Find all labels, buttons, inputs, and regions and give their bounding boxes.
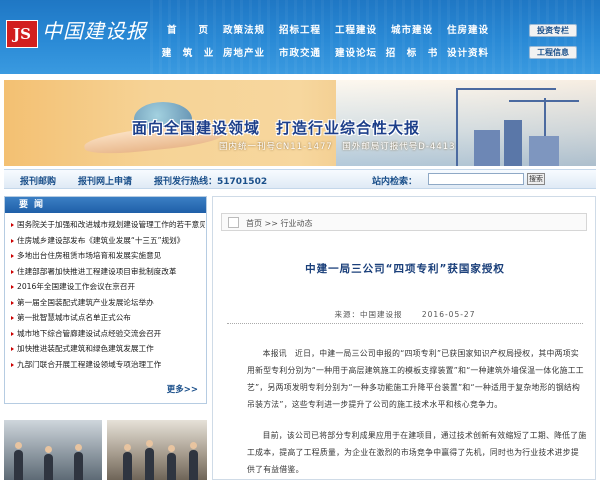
- bullet-icon: [11, 238, 14, 243]
- news-item-text[interactable]: 2016年全国建设工作会议在京召开: [17, 282, 135, 291]
- nav-item[interactable]: 城市建设: [384, 22, 440, 36]
- nav-item[interactable]: 政策法规: [216, 22, 272, 36]
- bullet-icon: [11, 362, 14, 367]
- person-icon: [14, 450, 23, 480]
- person-icon: [145, 448, 154, 480]
- online-apply-link[interactable]: 报刊网上申请: [78, 174, 132, 187]
- head-icon: [15, 442, 22, 449]
- news-item-text[interactable]: 城市地下综合管廊建设试点经验交流会召开: [17, 329, 161, 338]
- news-item[interactable]: 加快推进装配式建筑和绿色建筑发展工作: [11, 341, 205, 357]
- bullet-icon: [11, 300, 14, 305]
- news-item[interactable]: 住房城乡建设部发布《建筑业发展“十三五”规划》: [11, 233, 205, 249]
- bullet-icon: [11, 347, 14, 351]
- hotline-text: 报刊发行热线：51701502: [154, 177, 268, 187]
- crane-icon: [456, 88, 458, 166]
- search-button[interactable]: 搜索: [527, 173, 545, 185]
- news-panel: 要闻 国务院关于加强和改进城市规划建设管理工作的若干意见 住房城乡建设部发布《建…: [4, 196, 207, 404]
- building-icon: [504, 120, 522, 166]
- site-title[interactable]: 中国建设报: [42, 15, 147, 44]
- crane-arm-icon: [509, 100, 579, 102]
- news-item-text[interactable]: 第一届全国装配式建筑产业发展论坛举办: [17, 298, 154, 307]
- article-panel: 首页 >> 行业动态 中建一局三公司“四项专利”获国家授权 来源：中国建设报 2…: [212, 196, 596, 480]
- article-paragraph: 目前，该公司已将部分专利成果应用于在建项目，通过技术创新有效缩短了工期、降低了施…: [247, 431, 587, 474]
- news-item[interactable]: 第一批智慧城市试点名单正式公布: [11, 310, 205, 326]
- building-icon: [474, 130, 500, 166]
- head-icon: [190, 442, 197, 449]
- news-photo[interactable]: [107, 420, 207, 480]
- article-title: 中建一局三公司“四项专利”获国家授权: [305, 263, 505, 275]
- news-heading: 要闻: [5, 197, 206, 213]
- nav-item[interactable]: 市政交通: [272, 45, 328, 59]
- document-icon: [228, 217, 239, 228]
- side-button-top[interactable]: 投资专栏: [529, 24, 577, 37]
- search-label: 站内检索：: [372, 177, 418, 187]
- news-item-text[interactable]: 第一批智慧城市试点名单正式公布: [17, 313, 131, 322]
- head-icon: [124, 444, 131, 451]
- news-item-text[interactable]: 住建部部署加快推进工程建设项目审批制度改革: [17, 267, 176, 276]
- logo-mark[interactable]: JS: [6, 20, 38, 48]
- main-nav-row-1: 首 页 政策法规 招标工程 工程建设 城市建设 住房建设: [160, 22, 496, 36]
- bullet-icon: [11, 254, 14, 258]
- nav-item[interactable]: 首 页: [160, 22, 216, 36]
- bullet-icon: [11, 316, 14, 320]
- building-icon: [529, 136, 559, 166]
- nav-item[interactable]: 住房建设: [440, 22, 496, 36]
- side-button-bottom[interactable]: 工程信息: [529, 46, 577, 59]
- head-icon: [146, 440, 153, 447]
- news-item-text[interactable]: 加快推进装配式建筑和绿色建筑发展工作: [17, 344, 154, 353]
- search-input[interactable]: [428, 173, 524, 185]
- nav-item[interactable]: 招标工程: [272, 22, 328, 36]
- page: JS 中国建设报 首 页 政策法规 招标工程 工程建设 城市建设 住房建设 建 …: [0, 0, 600, 480]
- news-item-text[interactable]: 多地出台住房租赁市场培育和发展实施意见: [17, 251, 161, 260]
- bullet-icon: [11, 223, 14, 227]
- more-news-link[interactable]: 更多>>: [167, 383, 198, 395]
- banner-codes: 国内统一刊号CN11-1477 国外邮局订报代号D-4413: [219, 142, 456, 152]
- photo-strip: [4, 420, 207, 480]
- news-item[interactable]: 多地出台住房租赁市场培育和发展实施意见: [11, 248, 205, 264]
- banner-slogan: 面向全国建设领域 打造行业综合性大报: [132, 119, 421, 137]
- nav-item[interactable]: 工程建设: [328, 22, 384, 36]
- bullet-icon: [11, 285, 14, 289]
- person-icon: [167, 453, 176, 480]
- breadcrumb: 首页 >> 行业动态: [221, 213, 587, 231]
- article-paragraph: 本报讯 近日，中建一局三公司申报的“四项专利”已获国家知识产权局授权，其中两项实…: [247, 349, 584, 409]
- news-list: 国务院关于加强和改进城市规划建设管理工作的若干意见 住房城乡建设部发布《建筑业发…: [5, 213, 206, 372]
- article-date: 2016-05-27: [421, 310, 476, 319]
- news-photo[interactable]: [4, 420, 102, 480]
- site-header: JS 中国建设报 首 页 政策法规 招标工程 工程建设 城市建设 住房建设 建 …: [0, 0, 600, 74]
- crane-arm-icon: [456, 88, 556, 90]
- bullet-icon: [11, 331, 14, 336]
- toolbar: 报刊邮购 报刊网上申请 报刊发行热线：51701502 站内检索： 搜索: [4, 169, 596, 189]
- nav-item[interactable]: 房地产业: [216, 45, 272, 59]
- news-item-text[interactable]: 住房城乡建设部发布《建筑业发展“十三五”规划》: [17, 236, 184, 245]
- person-icon: [189, 450, 198, 480]
- news-item-text[interactable]: 国务院关于加强和改进城市规划建设管理工作的若干意见: [17, 220, 205, 229]
- news-item[interactable]: 第一届全国装配式建筑产业发展论坛举办: [11, 295, 205, 311]
- head-icon: [45, 446, 52, 453]
- head-icon: [75, 444, 82, 451]
- news-item[interactable]: 国务院关于加强和改进城市规划建设管理工作的若干意见: [11, 217, 205, 233]
- news-item[interactable]: 2016年全国建设工作会议在京召开: [11, 279, 205, 295]
- person-icon: [74, 452, 83, 480]
- news-item[interactable]: 住建部部署加快推进工程建设项目审批制度改革: [11, 264, 205, 280]
- news-item[interactable]: 九部门联合开展工程建设领域专项治理工作: [11, 357, 205, 373]
- nav-item[interactable]: 建 筑 业: [160, 45, 216, 59]
- news-item[interactable]: 城市地下综合管廊建设试点经验交流会召开: [11, 326, 205, 342]
- subscribe-link[interactable]: 报刊邮购: [20, 174, 56, 187]
- bullet-icon: [11, 269, 14, 274]
- person-icon: [44, 454, 53, 480]
- news-item-text[interactable]: 九部门联合开展工程建设领域专项治理工作: [17, 360, 161, 369]
- nav-item[interactable]: 设计资料: [440, 45, 496, 59]
- article-meta: 来源：中国建设报 2016-05-27: [213, 309, 597, 320]
- head-icon: [168, 445, 175, 452]
- main-nav-row-2: 建 筑 业 房地产业 市政交通 建设论坛 招 标 书 设计资料: [160, 45, 496, 59]
- person-icon: [123, 452, 132, 480]
- article-source: 来源：中国建设报: [334, 310, 403, 319]
- divider: [227, 323, 583, 324]
- nav-item[interactable]: 招 标 书: [384, 45, 440, 59]
- nav-item[interactable]: 建设论坛: [328, 45, 384, 59]
- breadcrumb-text[interactable]: 首页 >> 行业动态: [246, 218, 313, 229]
- banner[interactable]: 面向全国建设领域 打造行业综合性大报 国内统一刊号CN11-1477 国外邮局订…: [4, 80, 596, 166]
